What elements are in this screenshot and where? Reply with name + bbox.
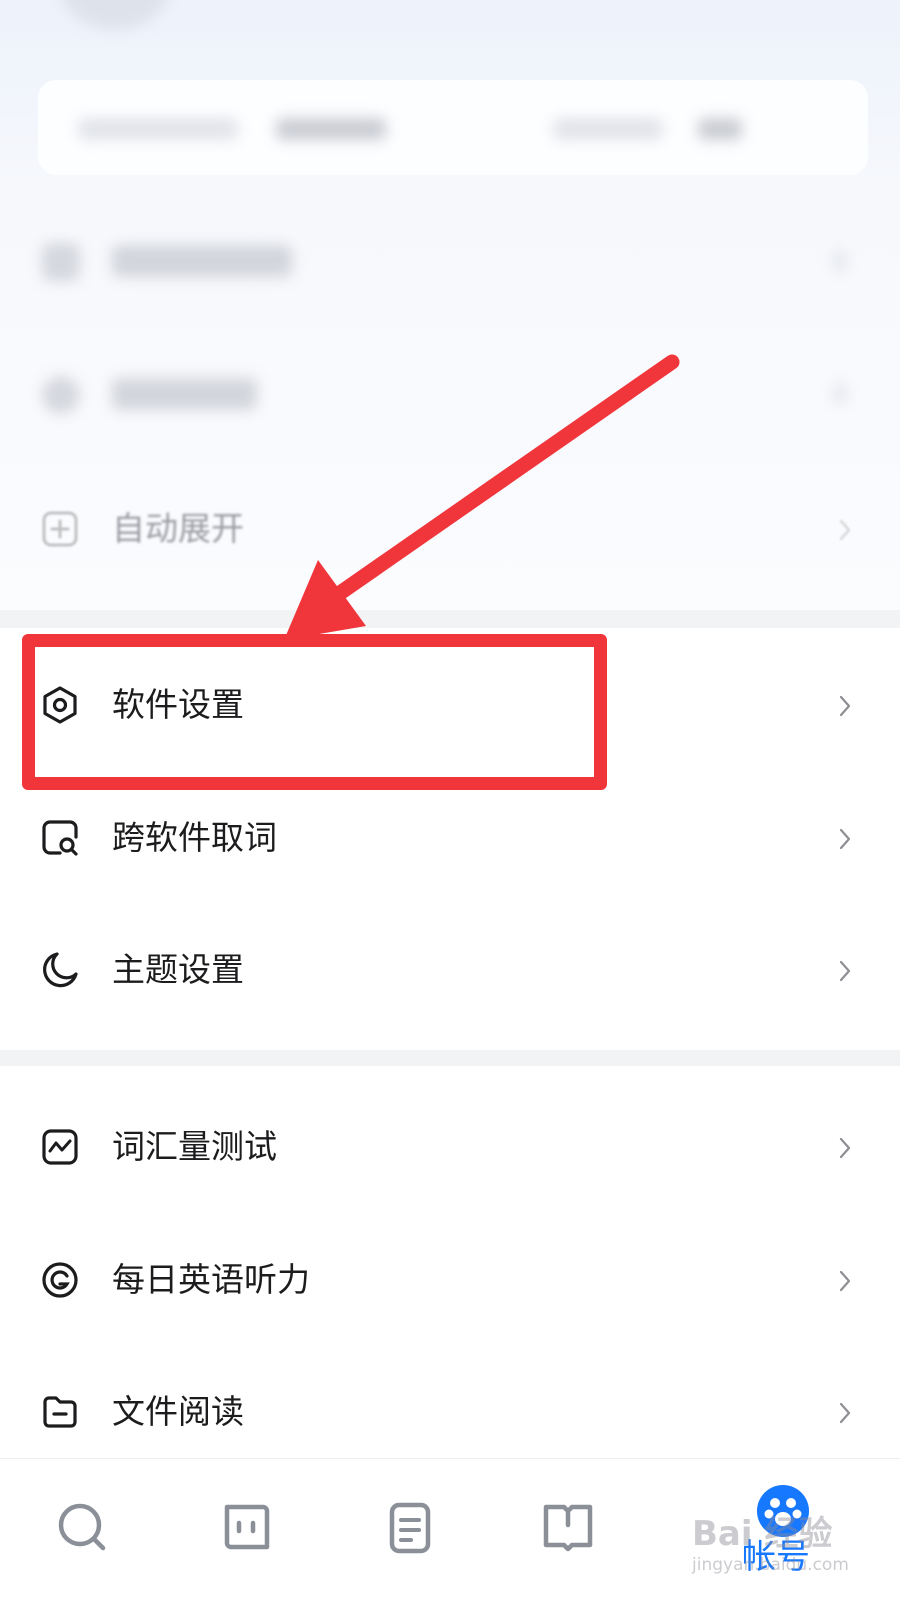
blurred-menu-row bbox=[0, 195, 900, 330]
annotation-highlight-box bbox=[22, 634, 607, 790]
menu-item-label: 跨软件取词 bbox=[112, 818, 277, 857]
chevron-right-icon bbox=[839, 1137, 851, 1159]
menu-item-theme-settings[interactable]: 主题设置 bbox=[0, 903, 900, 1037]
book-icon[interactable] bbox=[538, 1497, 598, 1557]
chevron-right-icon bbox=[839, 960, 851, 982]
menu-item-daily-listening[interactable]: 每日英语听力 bbox=[0, 1213, 900, 1347]
watermark-main-text: Bai 经验 bbox=[692, 1514, 833, 1554]
menu-item-vocabulary-test[interactable]: 词汇量测试 bbox=[0, 1080, 900, 1214]
chat-icon[interactable] bbox=[215, 1497, 275, 1557]
section-divider bbox=[0, 610, 900, 628]
chevron-right-icon bbox=[839, 519, 851, 541]
menu-item-label: 词汇量测试 bbox=[112, 1127, 277, 1166]
menu-item-label: 文件阅读 bbox=[112, 1392, 244, 1431]
chevron-right-icon bbox=[839, 828, 851, 850]
watermark-sub-text: jingyan.baidu.com bbox=[692, 1555, 849, 1575]
menu-item-label: 自动展开 bbox=[112, 509, 244, 548]
baidu-jingyan-watermark: Bai 经验 jingyan.baidu.com bbox=[692, 1515, 892, 1585]
listening-icon bbox=[42, 1262, 78, 1298]
avatar bbox=[60, 0, 170, 30]
blurred-menu-row bbox=[0, 328, 900, 463]
chevron-right-icon bbox=[839, 1270, 851, 1292]
search-screen-icon bbox=[42, 820, 78, 856]
plus-square-icon bbox=[42, 511, 78, 547]
notes-icon[interactable] bbox=[380, 1497, 440, 1557]
folder-icon bbox=[43, 1396, 77, 1428]
menu-item-auto-expand[interactable]: 自动展开 bbox=[0, 462, 900, 596]
stats-card bbox=[38, 80, 868, 175]
chevron-right-icon bbox=[839, 695, 851, 717]
menu-item-label: 主题设置 bbox=[112, 950, 244, 989]
chart-wave-icon bbox=[42, 1129, 78, 1165]
moon-icon bbox=[43, 952, 78, 988]
chevron-right-icon bbox=[839, 1402, 851, 1424]
section-divider bbox=[0, 1050, 900, 1066]
search-icon[interactable] bbox=[52, 1497, 112, 1557]
menu-item-label: 每日英语听力 bbox=[112, 1260, 310, 1299]
menu-item-cross-app-lookup[interactable]: 跨软件取词 bbox=[0, 771, 900, 905]
